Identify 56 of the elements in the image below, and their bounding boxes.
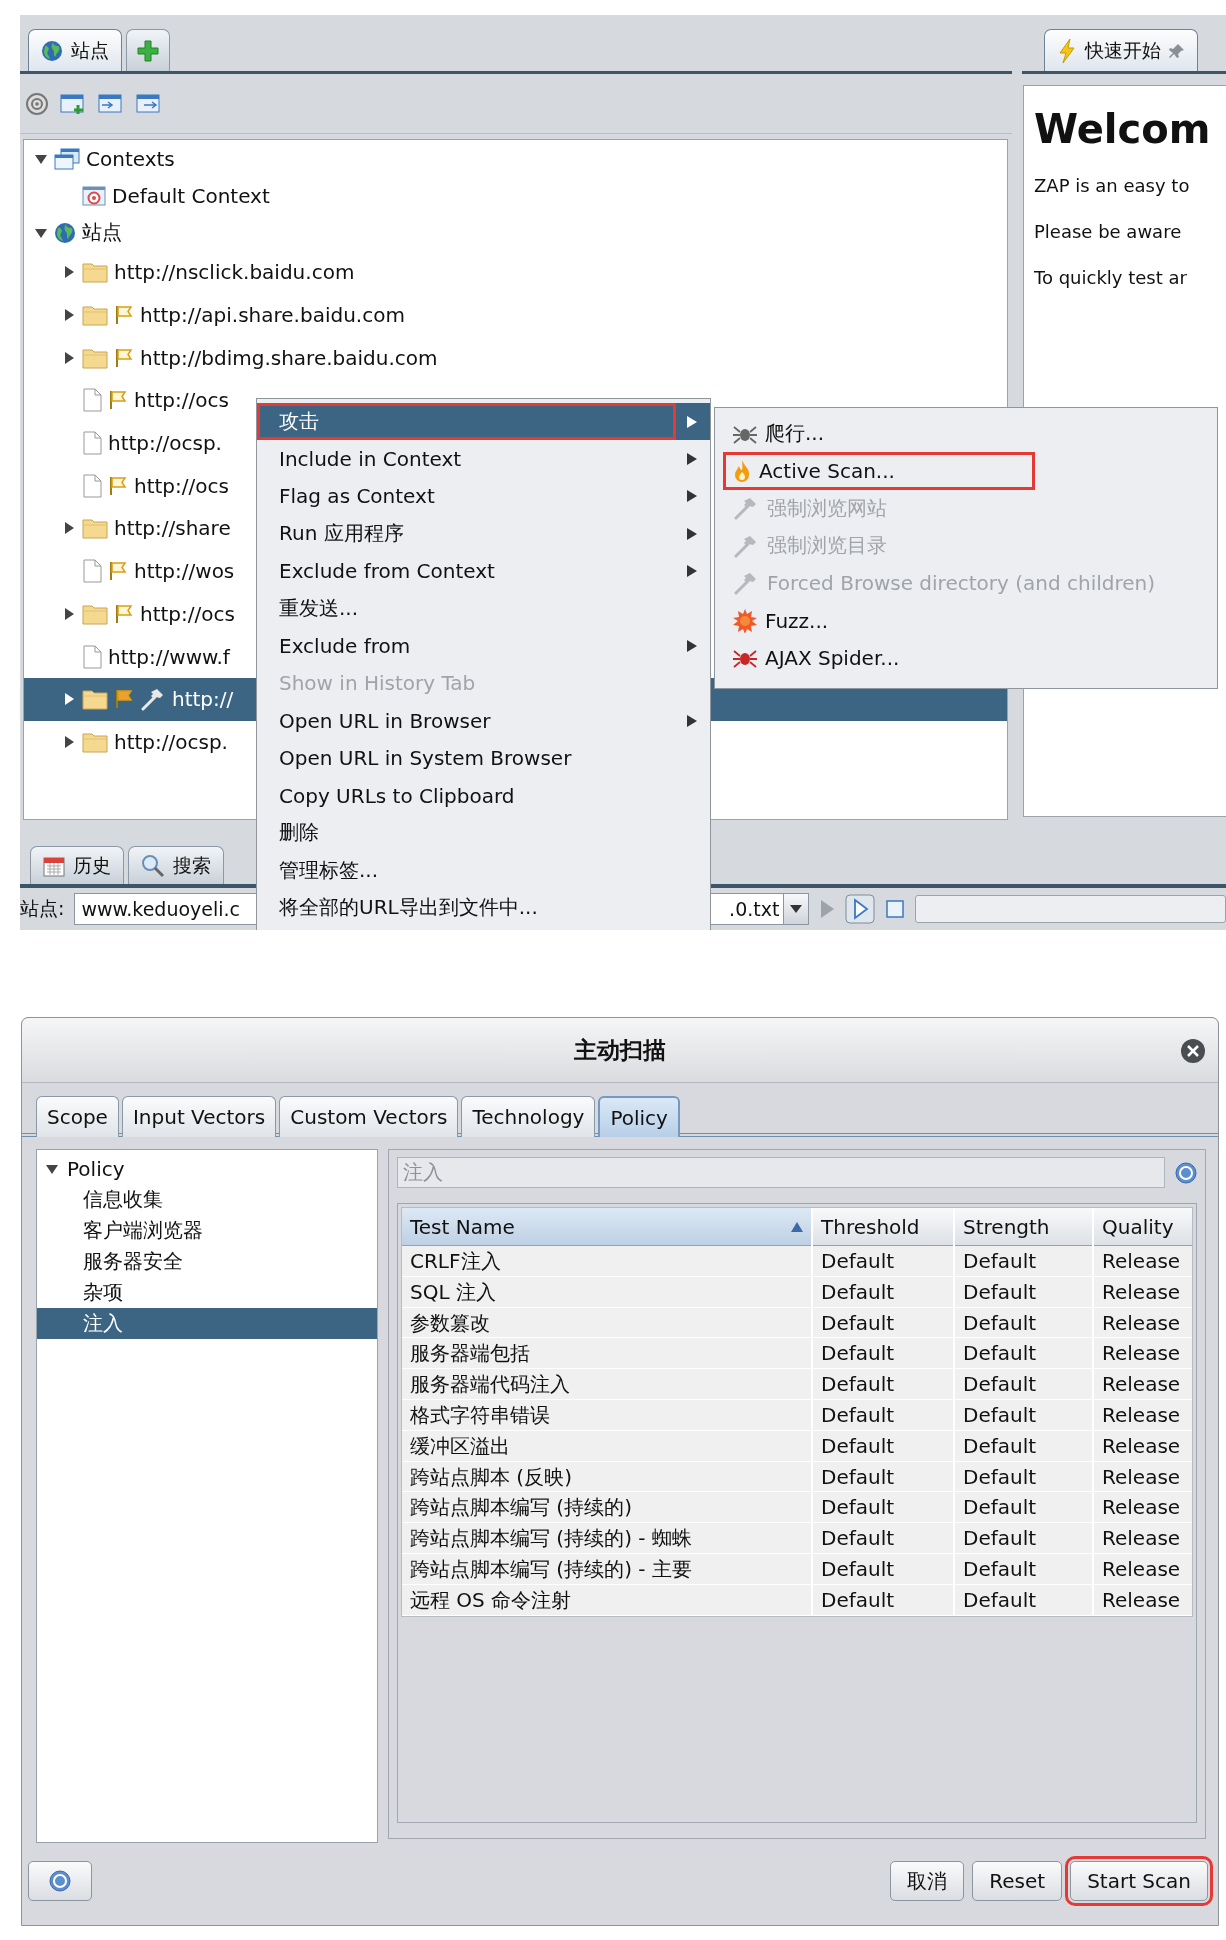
table-cell: Default bbox=[955, 1276, 1092, 1308]
table-cell: Default bbox=[813, 1553, 953, 1585]
table-cell: Default bbox=[813, 1461, 953, 1493]
table-cell: Default bbox=[955, 1400, 1092, 1431]
table-cell: CRLF注入 bbox=[402, 1246, 811, 1277]
table-cell: 跨站点脚本编写 (持续的) - 蜘蛛 bbox=[402, 1523, 811, 1554]
table-cell: Default bbox=[955, 1461, 1092, 1493]
table-cell: Default bbox=[955, 1553, 1092, 1585]
table-cell: Default bbox=[955, 1307, 1092, 1339]
table-cell: Release bbox=[1094, 1492, 1192, 1524]
table-cell: Default bbox=[813, 1523, 953, 1554]
table-cell: SQL 注入 bbox=[402, 1276, 811, 1308]
welcome-heading: Welcom bbox=[1034, 106, 1211, 152]
table-cell: Release bbox=[1094, 1246, 1192, 1277]
table-cell: Default bbox=[813, 1584, 953, 1616]
table-cell: Default bbox=[813, 1369, 953, 1400]
table-cell: Release bbox=[1094, 1307, 1192, 1339]
table-cell: Default bbox=[955, 1246, 1092, 1277]
table-cell: Default bbox=[955, 1492, 1092, 1524]
table-cell: Default bbox=[955, 1584, 1092, 1616]
table-cell: Default bbox=[955, 1430, 1092, 1462]
table-cell: 远程 OS 命令注射 bbox=[402, 1584, 811, 1616]
table-cell: Release bbox=[1094, 1276, 1192, 1308]
table-cell: Release bbox=[1094, 1553, 1192, 1585]
table-cell: Release bbox=[1094, 1338, 1192, 1370]
table-cell: Default bbox=[813, 1492, 953, 1524]
table-cell: Release bbox=[1094, 1523, 1192, 1554]
table-cell: 跨站点脚本 (反映) bbox=[402, 1461, 811, 1493]
table-cell: Default bbox=[955, 1369, 1092, 1400]
table-cell: Default bbox=[813, 1400, 953, 1431]
welcome-text: ZAP is an easy to bbox=[1034, 174, 1190, 198]
table-cell: Release bbox=[1094, 1400, 1192, 1431]
welcome-text: Please be aware bbox=[1034, 220, 1182, 244]
table-cell: 服务器端包括 bbox=[402, 1338, 811, 1370]
table-cell: Default bbox=[813, 1246, 953, 1277]
table-cell: Default bbox=[955, 1523, 1092, 1554]
table-cell: 跨站点脚本编写 (持续的) - 主要 bbox=[402, 1553, 811, 1585]
table-cell: Default bbox=[813, 1276, 953, 1308]
table-cell: Release bbox=[1094, 1369, 1192, 1400]
status-label: 站点: bbox=[20, 896, 65, 921]
table-cell: Release bbox=[1094, 1461, 1192, 1493]
table-cell: 缓冲区溢出 bbox=[402, 1430, 811, 1462]
table-cell: Default bbox=[813, 1307, 953, 1339]
table-cell: Release bbox=[1094, 1430, 1192, 1462]
table-cell: Release bbox=[1094, 1584, 1192, 1616]
dialog-title: 主动扫描 bbox=[574, 1035, 666, 1065]
table-cell: 参数篡改 bbox=[402, 1307, 811, 1339]
table-cell: 格式字符串错误 bbox=[402, 1400, 811, 1431]
field-value: www.keduoyeli.c bbox=[81, 898, 241, 920]
table-cell: Default bbox=[955, 1338, 1092, 1370]
table-cell: Default bbox=[813, 1338, 953, 1370]
table-cell: 跨站点脚本编写 (持续的) bbox=[402, 1492, 811, 1524]
table-cell: Default bbox=[813, 1430, 953, 1462]
field-value: .0.txt bbox=[729, 898, 780, 920]
welcome-text: To quickly test ar bbox=[1034, 266, 1187, 290]
table-cell: 服务器端代码注入 bbox=[402, 1369, 811, 1400]
